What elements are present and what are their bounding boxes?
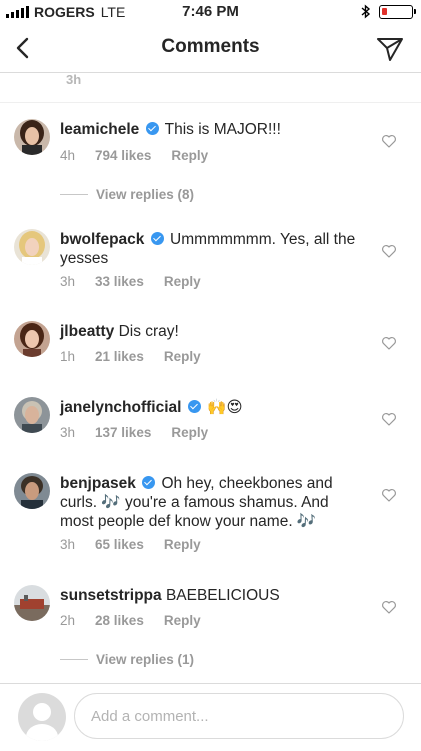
heart-icon[interactable] [381,335,397,351]
page-title: Comments [161,36,260,57]
view-replies-label: View replies (1) [96,652,195,667]
comment-composer [0,683,421,751]
comment-time: 3h [60,274,76,289]
status-bar: ROGERS LTE 7:46 PM [0,0,421,24]
verified-badge-icon [145,122,159,135]
comment-username[interactable]: sunsetstrippa [60,587,162,604]
likes-count[interactable]: 794 likes [95,148,151,163]
reply-button[interactable]: Reply [164,613,201,628]
verified-badge-icon [142,476,156,489]
add-comment-input[interactable] [74,693,404,739]
view-replies-link[interactable]: View replies (8) [60,187,194,202]
verified-badge-icon [150,232,164,245]
clock: 7:46 PM [182,3,239,20]
divider [0,102,421,103]
comment-text: Dis cray! [118,323,179,340]
verified-badge-icon [187,400,201,413]
heart-icon[interactable] [381,487,397,503]
current-user-avatar [18,693,66,741]
likes-count[interactable]: 33 likes [95,274,144,289]
avatar[interactable] [14,321,50,357]
comment-username[interactable]: janelynchofficial [60,399,181,416]
comment-username[interactable]: bwolfepack [60,231,144,248]
comment-username[interactable]: benjpasek [60,475,136,492]
comment-time: 1h [60,349,76,364]
battery-icon [379,4,416,19]
battery-level-fill [382,7,387,15]
likes-count[interactable]: 21 likes [95,349,144,364]
reply-button[interactable]: Reply [171,148,208,163]
comment-time: 4h [60,148,76,163]
reply-button[interactable]: Reply [171,425,208,440]
comment-time: 3h [60,537,76,552]
likes-count[interactable]: 137 likes [95,425,151,440]
avatar[interactable] [14,397,50,433]
comment-time: 2h [60,613,76,628]
previous-comment-time: 3h [66,72,82,87]
comment-time: 3h [60,425,76,440]
comment-username[interactable]: jlbeatty [60,323,114,340]
reply-button[interactable]: Reply [164,349,201,364]
avatar[interactable] [14,119,50,155]
avatar[interactable] [14,229,50,265]
likes-count[interactable]: 28 likes [95,613,144,628]
comment-text: BAEBELICIOUS [165,587,280,604]
view-replies-label: View replies (8) [96,187,195,202]
avatar[interactable] [14,473,50,509]
replies-line [60,194,88,195]
replies-line [60,659,88,660]
reply-button[interactable]: Reply [164,274,201,289]
reply-button[interactable]: Reply [164,537,201,552]
view-replies-link[interactable]: View replies (1) [60,652,194,667]
heart-icon[interactable] [381,411,397,427]
direct-send-icon[interactable] [375,34,405,62]
heart-icon[interactable] [381,243,397,259]
heart-icon[interactable] [381,599,397,615]
heart-icon[interactable] [381,133,397,149]
comment-username[interactable]: leamichele [60,121,139,138]
comment-text: 🙌😍 [207,399,243,416]
likes-count[interactable]: 65 likes [95,537,144,552]
comments-header: Comments [0,24,421,73]
bluetooth-icon [361,4,371,19]
avatar[interactable] [14,585,50,621]
comment-text: This is MAJOR!!! [164,121,281,138]
